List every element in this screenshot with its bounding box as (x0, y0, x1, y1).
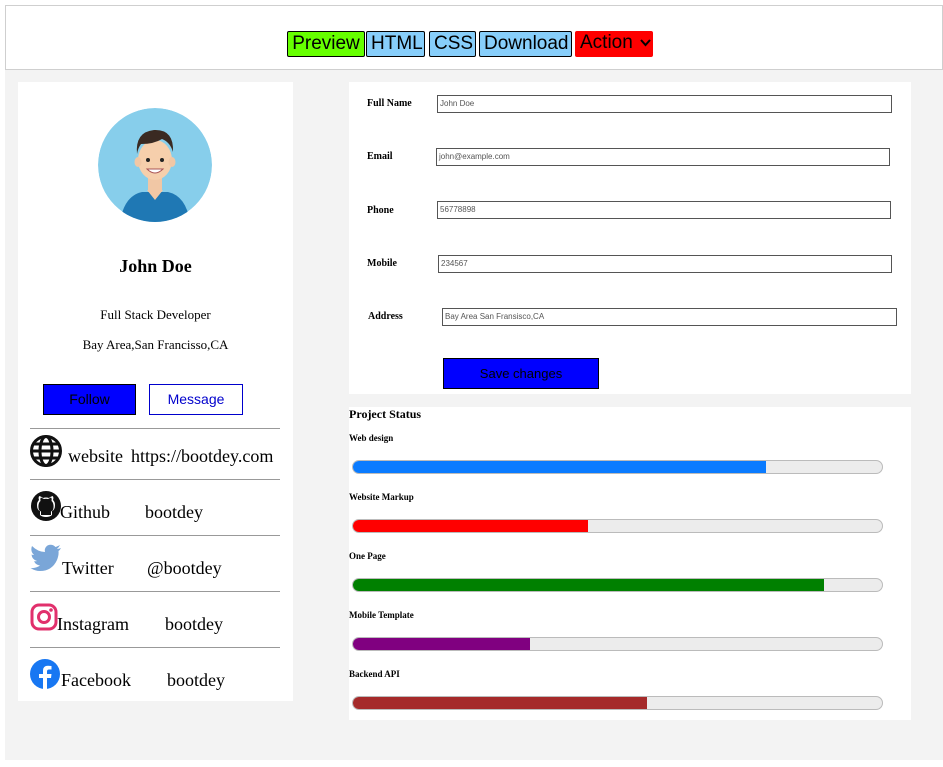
email-input[interactable]: john@example.com (436, 148, 890, 166)
address-label: Address (368, 311, 403, 322)
html-button[interactable]: HTML (366, 31, 425, 57)
facebook-icon (30, 659, 60, 689)
mobile-input[interactable]: 234567 (438, 255, 892, 273)
social-row-twitter[interactable]: Twitter @bootdey (30, 535, 280, 591)
progress-bar-one-page (352, 578, 883, 592)
social-row-facebook[interactable]: Facebook bootdey (30, 647, 280, 703)
social-label: Facebook (61, 670, 131, 690)
social-value: https://bootdey.com (131, 446, 274, 466)
twitter-icon (30, 544, 61, 571)
profile-role: Full Stack Developer (100, 307, 211, 322)
instagram-icon (30, 603, 58, 631)
social-value: bootdey (145, 502, 203, 522)
follow-button[interactable]: Follow (43, 384, 136, 415)
progress-label: Web design (349, 433, 394, 443)
social-row-website[interactable]: website https://bootdey.com (30, 428, 280, 484)
social-label: website (68, 446, 123, 466)
preview-button[interactable]: Preview (287, 31, 365, 57)
message-button[interactable]: Message (149, 384, 243, 415)
email-label: Email (367, 151, 393, 162)
github-icon (31, 491, 61, 521)
progress-bar-web-design (352, 460, 883, 474)
progress-label: Mobile Template (349, 610, 414, 620)
progress-fill (353, 520, 589, 532)
profile-card: John Doe Full Stack Developer Bay Area,S… (18, 82, 293, 701)
profile-location: Bay Area,San Francisso,CA (82, 337, 229, 352)
project-status-card: Project Status Web design Website Markup… (349, 407, 911, 720)
globe-icon (30, 435, 62, 467)
phone-input[interactable]: 56778898 (437, 201, 891, 219)
social-value: bootdey (167, 670, 225, 690)
action-label: Action (580, 32, 633, 53)
address-input[interactable]: Bay Area San Fransisco,CA (442, 308, 897, 326)
profile-form-card: Full Name John Doe Email john@example.co… (349, 82, 911, 394)
social-value: bootdey (165, 614, 223, 634)
progress-bar-mobile-template (352, 637, 883, 651)
progress-bar-backend-api (352, 696, 883, 710)
action-dropdown[interactable]: Action (575, 31, 653, 57)
social-row-github[interactable]: Github bootdey (30, 479, 280, 535)
social-label: Twitter (62, 558, 114, 578)
social-row-instagram[interactable]: Instagram bootdey (30, 591, 280, 647)
social-value: @bootdey (147, 558, 222, 578)
progress-label: Website Markup (349, 492, 414, 502)
progress-fill (353, 697, 647, 709)
avatar (98, 108, 212, 222)
full-name-input[interactable]: John Doe (437, 95, 892, 113)
progress-bar-website-markup (352, 519, 883, 533)
full-name-label: Full Name (367, 98, 412, 109)
save-changes-button[interactable]: Save changes (443, 358, 599, 389)
mobile-label: Mobile (367, 258, 397, 269)
chevron-down-icon (640, 39, 651, 47)
project-status-title: Project Status (349, 407, 422, 421)
progress-label: Backend API (349, 669, 400, 679)
phone-label: Phone (367, 205, 394, 216)
social-label: Instagram (57, 614, 129, 634)
progress-fill (353, 638, 531, 650)
social-label: Github (60, 502, 111, 522)
profile-name: John Doe (119, 256, 192, 276)
progress-fill (353, 579, 824, 591)
progress-fill (353, 461, 766, 473)
download-button[interactable]: Download (479, 31, 572, 57)
progress-label: One Page (349, 551, 386, 561)
css-button[interactable]: CSS (429, 31, 476, 57)
